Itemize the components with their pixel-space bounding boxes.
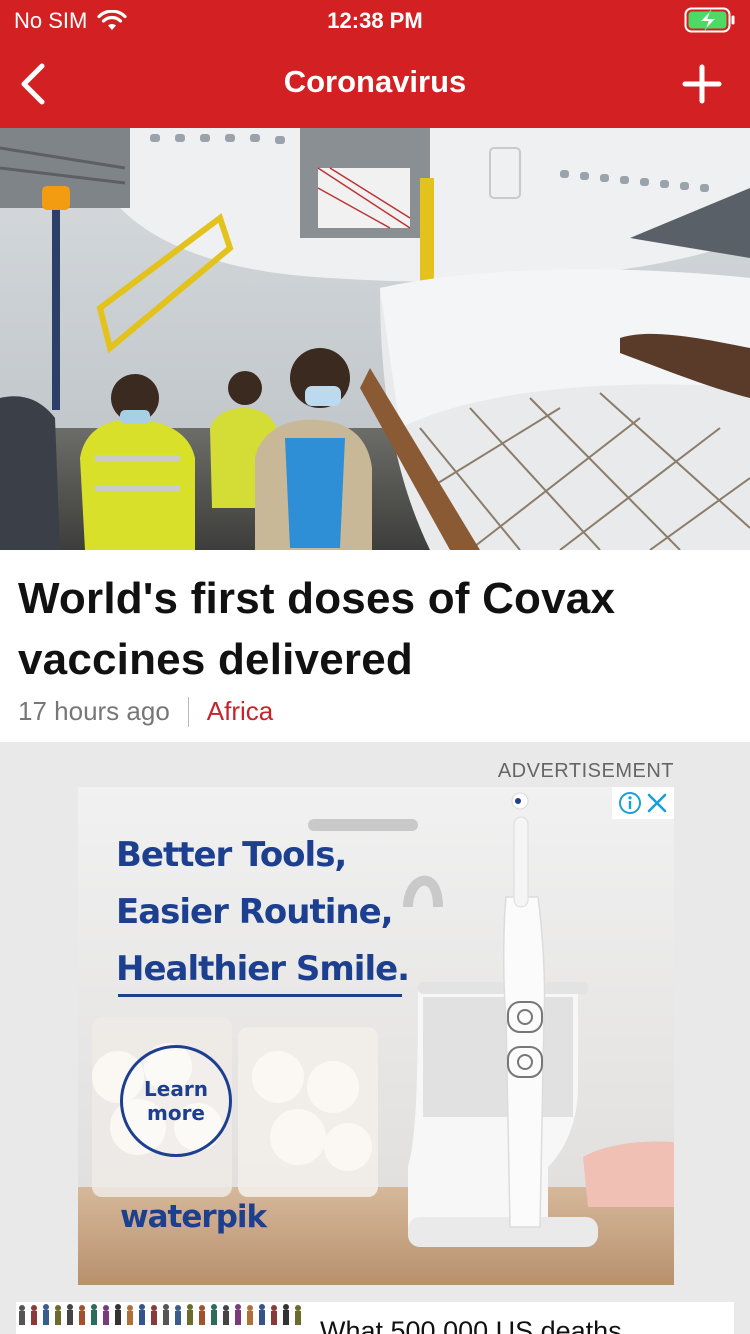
article-section-link[interactable]: Africa [207,696,273,727]
battery-charging-icon [684,7,735,33]
meta-divider [187,696,189,727]
article-meta: 17 hours ago Africa [18,696,273,727]
article-headline[interactable]: World's first doses of Covax vaccines de… [18,568,718,690]
page-title: Coronavirus [283,64,467,99]
status-time: 12:38 PM [327,8,423,33]
article-age: 17 hours ago [18,696,170,726]
ad-banner[interactable]: Better Tools, Easier Routine, Healthier … [78,787,674,1285]
adchoices-button[interactable] [612,787,674,819]
ad-copy-underline [118,994,402,997]
next-story-card[interactable]: What 500,000 US deaths [16,1302,734,1334]
ad-brand-logo: waterpik [120,1199,267,1235]
ad-label: ADVERTISEMENT [497,760,674,782]
learn-more-label: Learn [144,1077,208,1101]
ad-copy-line: Easier Routine, [116,892,394,932]
top-bar: No SIM 12:38 PM Coronavirus [0,0,750,128]
nav-bar: Coronavirus [0,40,750,128]
ad-copy-line: Better Tools, [116,835,347,875]
ad-copy: Better Tools, Easier Routine, Healthier … [116,827,410,998]
status-bar: No SIM 12:38 PM [0,0,750,40]
ad-copy-line: Healthier Smile. [116,949,410,989]
next-story-thumbnail [16,1302,306,1334]
hero-photo[interactable] [0,128,750,550]
article-card[interactable]: World's first doses of Covax vaccines de… [0,550,750,742]
learn-more-button[interactable]: Learn more [120,1045,232,1157]
ad-close-icon[interactable] [646,792,668,814]
add-icon[interactable] [682,64,722,104]
hero-photo-illustration [0,128,750,550]
adchoices-info-icon[interactable] [618,791,642,815]
learn-more-label: more [146,1101,205,1125]
next-story-title[interactable]: What 500,000 US deaths [320,1316,622,1334]
